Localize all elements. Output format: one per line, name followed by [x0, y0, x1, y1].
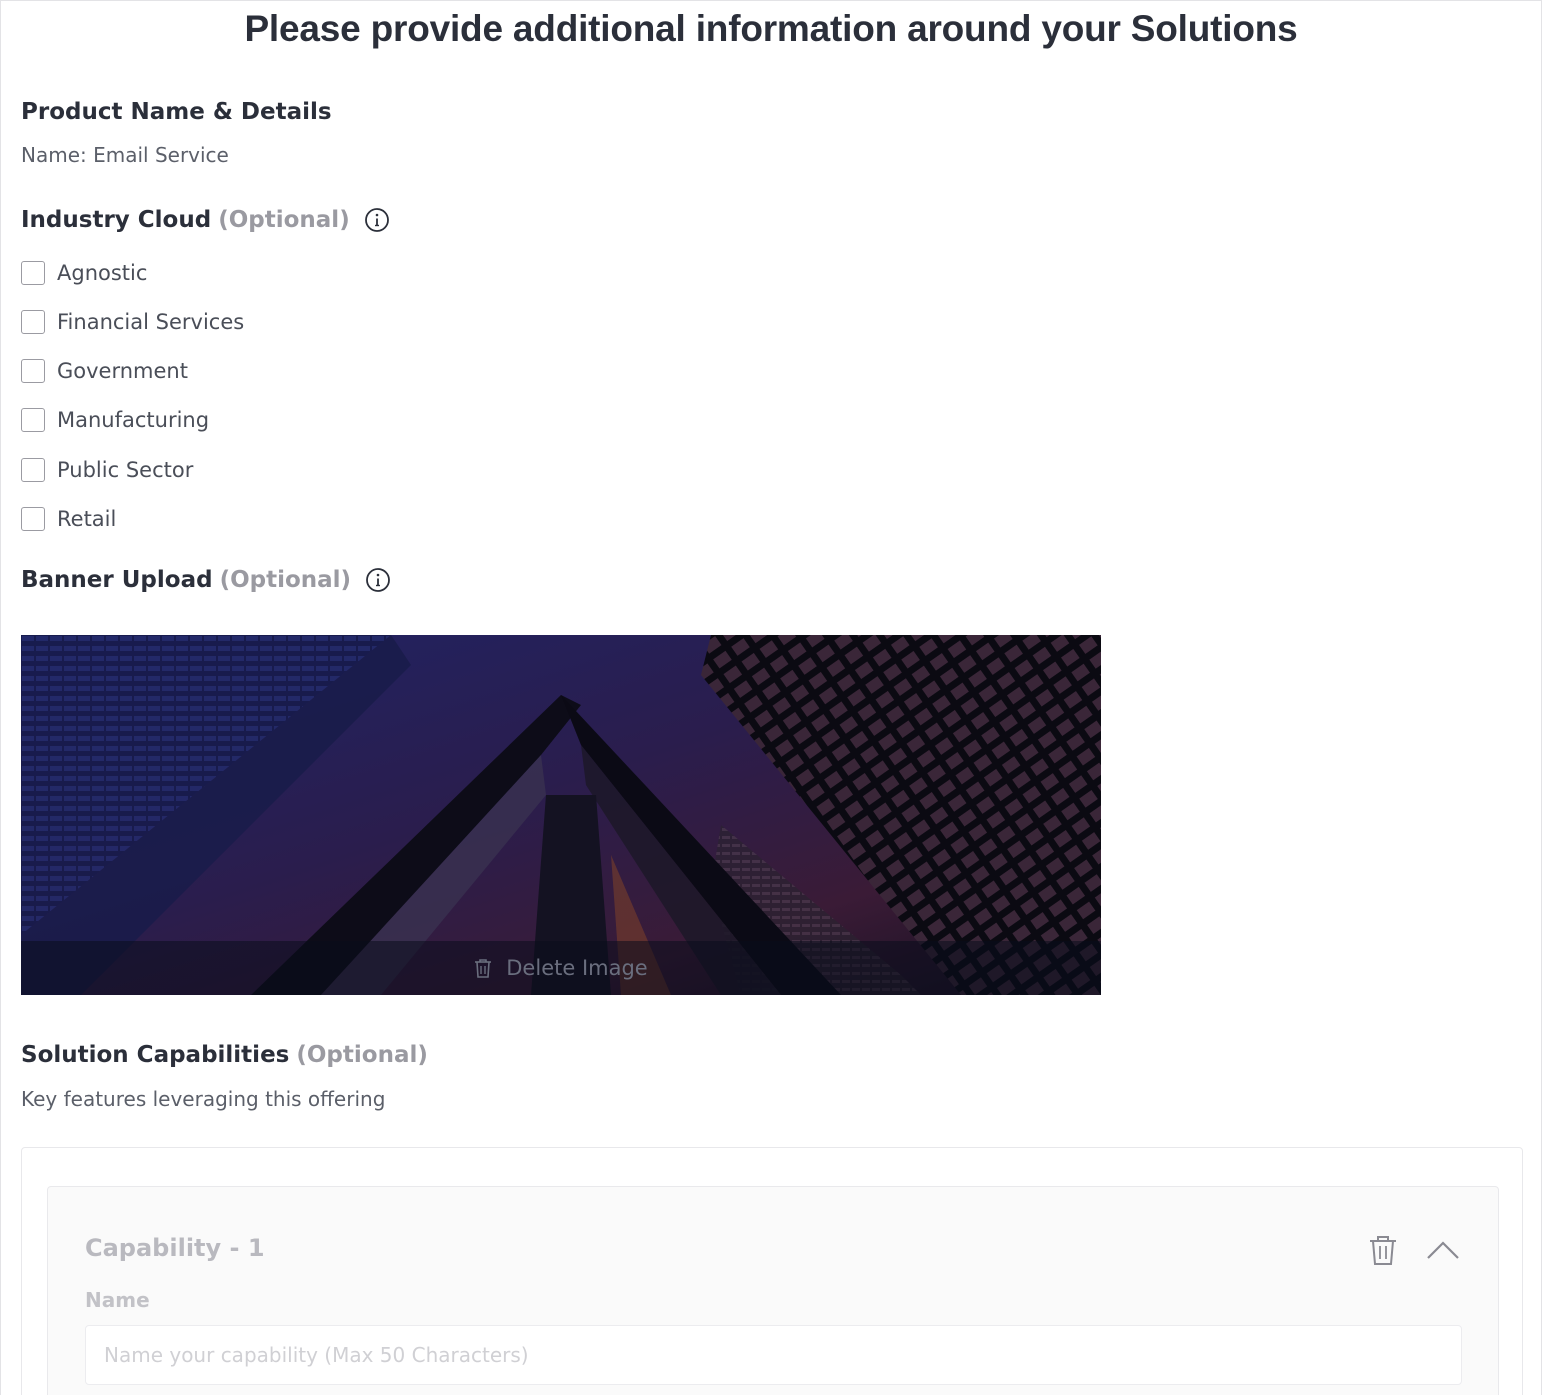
trash-icon[interactable] — [1368, 1234, 1398, 1266]
checkbox-manufacturing[interactable]: Manufacturing — [21, 408, 209, 432]
checkbox-retail[interactable]: Retail — [21, 507, 116, 531]
checkbox-box[interactable] — [21, 310, 45, 334]
checkbox-financial-services[interactable]: Financial Services — [21, 310, 244, 334]
checkbox-box[interactable] — [21, 408, 45, 432]
product-details-heading: Product Name & Details — [21, 99, 332, 125]
delete-image-button[interactable]: Delete Image — [21, 941, 1101, 995]
industry-cloud-heading-text: Industry Cloud — [21, 207, 212, 233]
chevron-up-icon[interactable] — [1426, 1239, 1460, 1261]
optional-label: (Optional) — [218, 207, 350, 233]
checkbox-label: Public Sector — [57, 458, 194, 482]
trash-icon — [474, 958, 492, 978]
checkbox-label: Government — [57, 359, 188, 383]
capability-card: Capability - 1 Name — [47, 1186, 1499, 1395]
info-icon[interactable] — [365, 567, 391, 593]
checkbox-box[interactable] — [21, 359, 45, 383]
checkbox-label: Manufacturing — [57, 408, 210, 432]
checkbox-box[interactable] — [21, 261, 45, 285]
checkbox-label: Retail — [57, 507, 117, 531]
capability-name-label: Name — [85, 1288, 150, 1312]
product-name-text: Name: Email Service — [21, 143, 229, 167]
solution-capabilities-heading-text: Solution Capabilities — [21, 1042, 290, 1068]
checkbox-government[interactable]: Government — [21, 359, 188, 383]
checkbox-box[interactable] — [21, 507, 45, 531]
delete-image-label: Delete Image — [506, 956, 648, 980]
solution-capabilities-heading: Solution Capabilities (Optional) — [21, 1042, 428, 1068]
capability-name-input[interactable] — [85, 1325, 1462, 1385]
info-icon[interactable] — [364, 207, 390, 233]
page-title: Please provide additional information ar… — [244, 8, 1298, 49]
optional-label: (Optional) — [219, 567, 352, 593]
industry-cloud-heading: Industry Cloud (Optional) — [21, 207, 390, 233]
banner-image-preview: Delete Image — [21, 635, 1101, 995]
checkbox-box[interactable] — [21, 458, 45, 482]
capabilities-container: Capability - 1 Name — [21, 1147, 1523, 1395]
optional-label: (Optional) — [296, 1042, 428, 1068]
checkbox-label: Agnostic — [57, 261, 148, 285]
banner-upload-heading: Banner Upload (Optional) — [21, 567, 391, 593]
checkbox-label: Financial Services — [57, 310, 245, 334]
solution-capabilities-description: Key features leveraging this offering — [21, 1087, 386, 1111]
product-details-heading-text: Product Name & Details — [21, 99, 332, 125]
checkbox-agnostic[interactable]: Agnostic — [21, 261, 147, 285]
banner-upload-heading-text: Banner Upload — [21, 567, 213, 593]
capability-title: Capability - 1 — [85, 1234, 265, 1262]
checkbox-public-sector[interactable]: Public Sector — [21, 458, 193, 482]
